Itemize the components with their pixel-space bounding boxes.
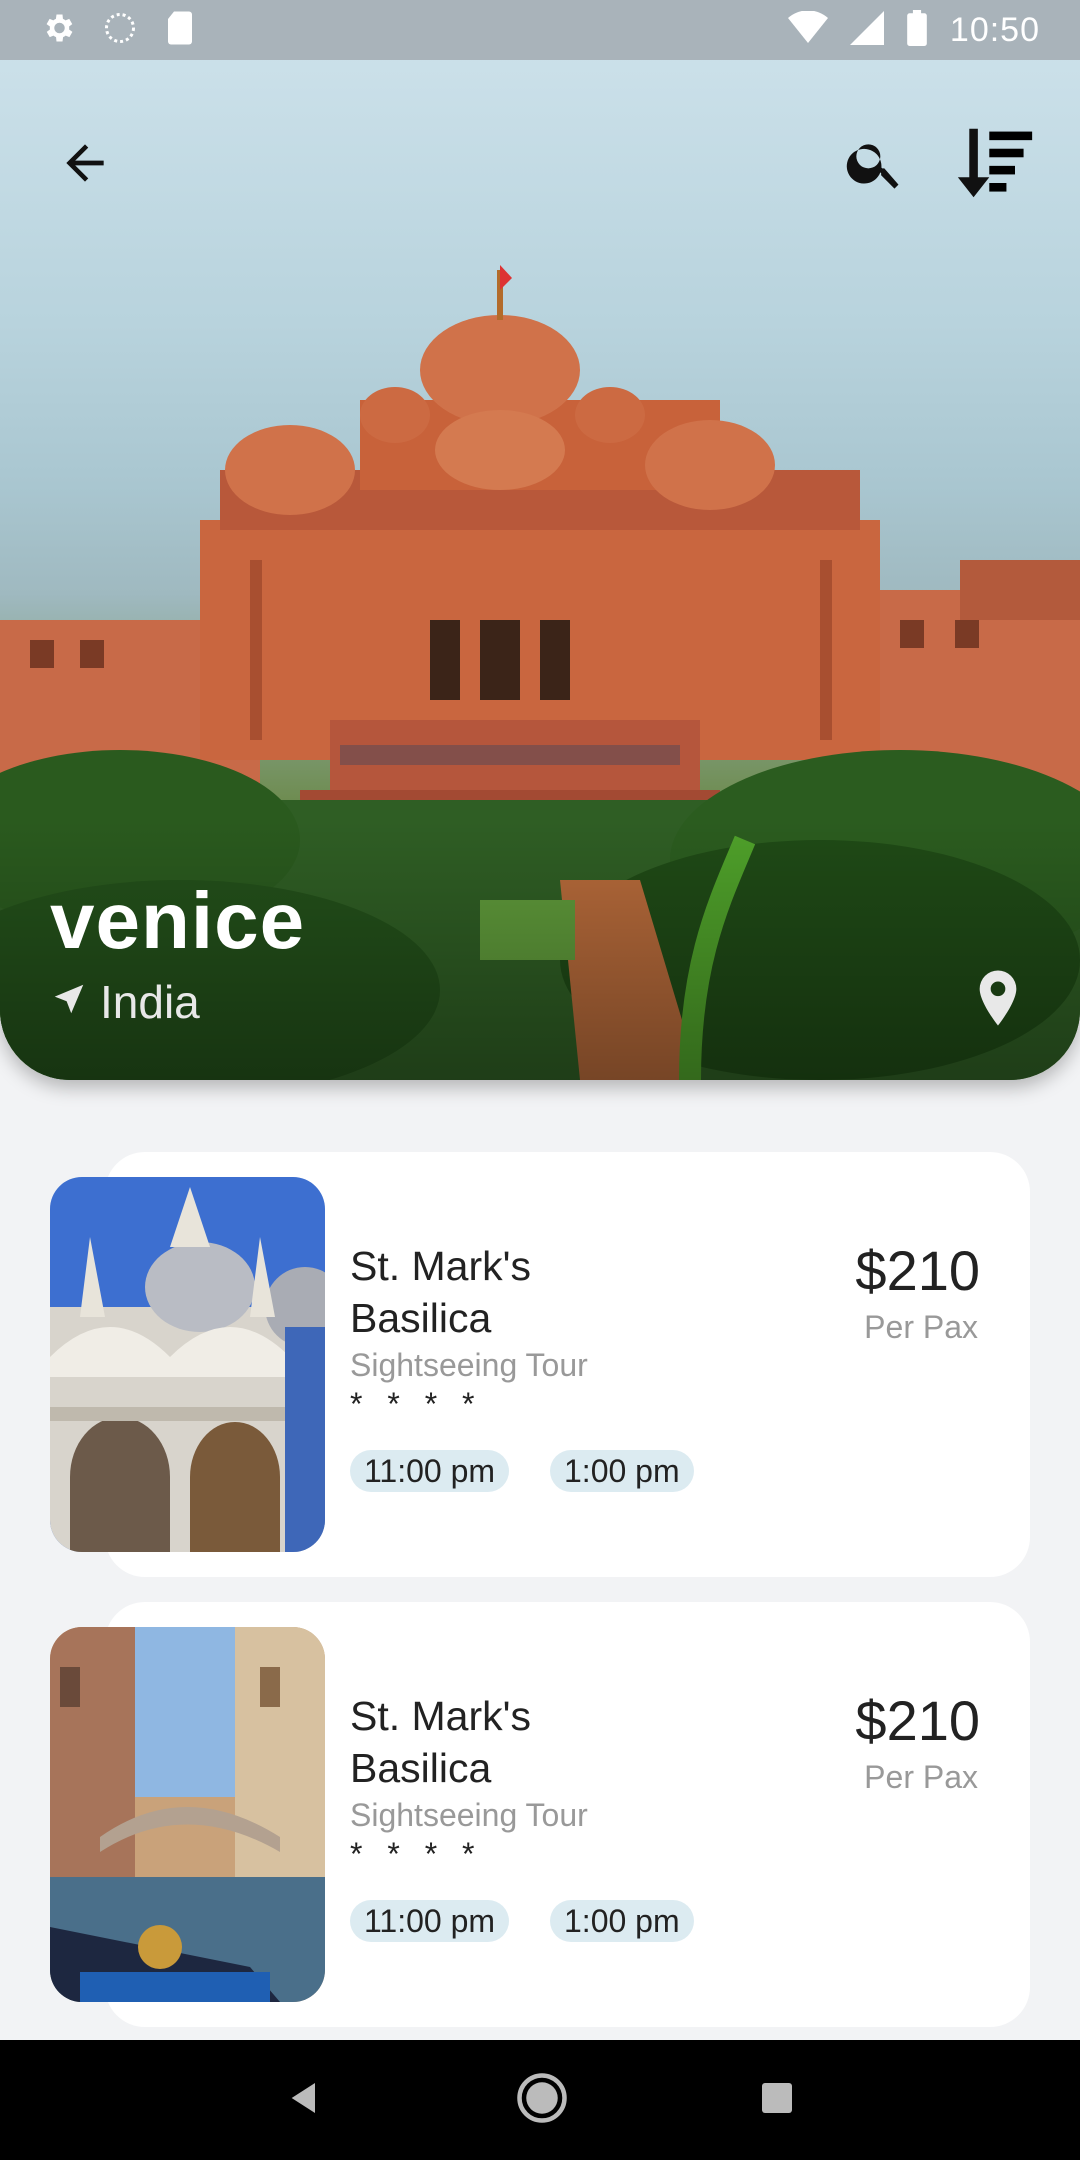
tour-price-unit: Per Pax xyxy=(864,1759,978,1795)
time-chip[interactable]: 11:00 pm xyxy=(350,1900,510,1942)
sort-button[interactable] xyxy=(950,120,1040,210)
battery-icon xyxy=(906,9,928,51)
tour-price-unit: Per Pax xyxy=(864,1309,978,1345)
sort-icon xyxy=(955,127,1035,204)
tour-photo-canal xyxy=(50,1627,325,2002)
tour-card[interactable]: St. Mark's Basilica Sightseeing Tour * *… xyxy=(50,1602,1030,2032)
back-button[interactable] xyxy=(40,120,130,210)
map-pin-icon xyxy=(976,970,1020,1030)
search-icon xyxy=(843,131,907,200)
tour-price: $210 xyxy=(855,1239,980,1302)
location-label: India xyxy=(100,976,200,1028)
sync-icon xyxy=(102,10,138,51)
destination-location: India xyxy=(50,975,200,1029)
hero-banner: venice India xyxy=(0,0,1080,1080)
time-chip[interactable]: 1:00 pm xyxy=(550,1450,694,1492)
destination-title: venice xyxy=(50,876,306,965)
status-time: 10:50 xyxy=(949,10,1040,49)
navigation-arrow-icon xyxy=(50,975,88,1029)
signal-icon xyxy=(849,10,884,50)
nav-home-button[interactable] xyxy=(515,2071,569,2130)
search-button[interactable] xyxy=(830,120,920,210)
wifi-icon xyxy=(787,9,828,50)
tour-card[interactable]: St. Mark's Basilica Sightseeing Tour * *… xyxy=(50,1152,1030,1582)
map-pin-button[interactable] xyxy=(976,970,1020,1031)
tour-photo-basilica xyxy=(50,1177,325,1552)
time-chip[interactable]: 1:00 pm xyxy=(550,1900,694,1942)
tour-title: St. Mark's Basilica xyxy=(350,1693,531,1791)
arrow-back-icon xyxy=(57,135,113,196)
tour-price: $210 xyxy=(855,1689,980,1752)
tour-title: St. Mark's Basilica xyxy=(350,1243,531,1341)
nav-back-button[interactable] xyxy=(285,2078,325,2123)
time-chip[interactable]: 11:00 pm xyxy=(350,1450,510,1492)
tour-rating: * * * * xyxy=(350,1836,483,1872)
nav-recents-button[interactable] xyxy=(759,2080,795,2121)
system-nav-bar xyxy=(0,2040,1080,2160)
tour-rating: * * * * xyxy=(350,1386,483,1422)
tour-category: Sightseeing Tour xyxy=(350,1347,588,1383)
settings-icon xyxy=(40,10,76,51)
tour-category: Sightseeing Tour xyxy=(350,1797,588,1833)
status-bar: 10:50 xyxy=(0,0,1080,60)
sd-card-icon xyxy=(164,10,196,51)
